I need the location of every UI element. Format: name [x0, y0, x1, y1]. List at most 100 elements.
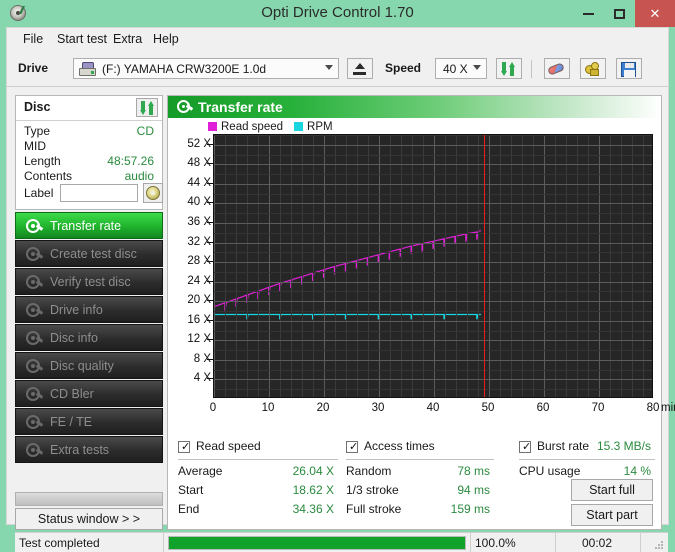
sidebar-item-extra-tests[interactable]: Extra tests: [15, 436, 163, 463]
refresh-icon: [140, 101, 155, 115]
y-axis-tick-mark: [207, 339, 213, 341]
elapsed-time: 00:02: [581, 536, 612, 550]
burst-rate-checkbox[interactable]: ✓: [519, 441, 531, 453]
disc-test-icon: [25, 218, 44, 235]
speed-label: Speed: [385, 61, 422, 75]
maximize-icon: [614, 8, 625, 19]
grid-line-horizontal: [214, 271, 652, 273]
chevron-down-icon: [473, 65, 481, 70]
sidebar-item-transfer-rate[interactable]: Transfer rate: [15, 212, 163, 239]
menu-item-file[interactable]: File: [17, 31, 49, 47]
window-client-area: File Start test Extra Help Drive (F:) YA…: [6, 27, 675, 552]
results-panel: ✓ Read speed Average 26.04 X Start 18.62…: [174, 439, 655, 526]
save-button[interactable]: [616, 58, 642, 79]
read-speed-checkbox[interactable]: ✓: [178, 441, 190, 453]
disc-test-icon: [25, 246, 44, 263]
y-axis-tick-mark: [207, 280, 213, 282]
disc-test-icon: [25, 330, 44, 347]
x-axis-tick-label: 0: [209, 402, 217, 414]
y-axis-tick-mark: [207, 300, 213, 302]
result-key: Start: [178, 483, 204, 497]
y-axis-tick-mark: [207, 143, 213, 145]
grid-line-horizontal: [214, 291, 652, 293]
y-axis-tick-mark: [207, 358, 213, 360]
disc-label-read-button[interactable]: [143, 183, 163, 203]
menu-item-help[interactable]: Help: [147, 31, 185, 47]
erase-disc-button[interactable]: [544, 58, 570, 79]
result-row-average: Average 26.04 X: [178, 464, 338, 483]
sidebar-item-cd-bler[interactable]: CD Bler: [15, 380, 163, 407]
status-separator: [470, 533, 471, 552]
minimize-button[interactable]: [573, 0, 604, 27]
status-window-button[interactable]: Status window > >: [15, 508, 163, 530]
disc-label-input[interactable]: [60, 184, 138, 202]
chart-canvas[interactable]: [213, 134, 653, 398]
read-speed-checkbox-label: Read speed: [196, 439, 261, 453]
sidebar-item-verify-test-disc[interactable]: Verify test disc: [15, 268, 163, 295]
result-key: Random: [346, 464, 392, 478]
x-axis-tick-label: 40: [426, 402, 440, 414]
grid-line-horizontal: [214, 193, 652, 195]
result-row-third-stroke: 1/3 stroke 94 ms: [346, 483, 494, 502]
sidebar-item-label: Create test disc: [50, 247, 137, 261]
result-row-start: Start 18.62 X: [178, 483, 338, 502]
refresh-icon: [501, 62, 516, 76]
menu-item-start-test[interactable]: Start test: [51, 31, 113, 47]
disc-test-icon: [25, 302, 44, 319]
sidebar-item-create-test-disc[interactable]: Create test disc: [15, 240, 163, 267]
chart-title: Transfer rate: [198, 99, 283, 115]
menu-item-extra[interactable]: Extra: [107, 31, 148, 47]
disc-refresh-button[interactable]: [136, 98, 158, 117]
sidebar-item-fe-te[interactable]: FE / TE: [15, 408, 163, 435]
drive-select[interactable]: (F:) YAMAHA CRW3200E 1.0d: [73, 58, 339, 79]
start-full-button[interactable]: Start full: [571, 479, 653, 501]
sidebar-item-disc-quality[interactable]: Disc quality: [15, 352, 163, 379]
drive-toolbar: Drive (F:) YAMAHA CRW3200E 1.0d Speed 40…: [7, 50, 668, 87]
x-axis-tick-label: 50: [481, 402, 495, 414]
burst-rate-checkbox-label: Burst rate: [537, 439, 590, 453]
y-axis-tick-mark: [207, 261, 213, 263]
grid-line-horizontal: [214, 223, 652, 224]
x-axis-tick-label: 30: [371, 402, 385, 414]
grid-line-horizontal: [214, 213, 652, 215]
speed-select[interactable]: 40 X: [435, 58, 487, 79]
result-value: 159 ms: [450, 502, 490, 516]
divider: [519, 459, 655, 460]
drive-features-button[interactable]: [580, 58, 606, 79]
title-bar: Opti Drive Control 1.70 ✕: [0, 0, 675, 27]
read-speed-checkbox-row[interactable]: ✓ Read speed: [178, 439, 338, 457]
burst-rate-checkbox-row[interactable]: ✓ Burst rate 15.3 MB/s: [519, 439, 655, 457]
drive-select-value: (F:) YAMAHA CRW3200E 1.0d: [102, 62, 267, 76]
close-icon: ✕: [649, 5, 661, 21]
chart-header: Transfer rate: [168, 96, 661, 118]
result-value: 26.04 X: [292, 464, 334, 478]
grid-line-horizontal: [214, 281, 652, 283]
close-button[interactable]: ✕: [635, 0, 675, 27]
start-part-button[interactable]: Start part: [571, 504, 653, 526]
grid-line-horizontal: [214, 369, 652, 371]
status-separator: [555, 533, 556, 552]
maximize-button[interactable]: [604, 0, 635, 27]
disc-info-panel: Disc Type CD MID Length 48:57.26 Content…: [15, 95, 163, 210]
speed-select-value: 40 X: [443, 62, 468, 76]
result-row-random: Random 78 ms: [346, 464, 494, 483]
sidebar-item-disc-info[interactable]: Disc info: [15, 324, 163, 351]
eject-button[interactable]: [347, 58, 373, 79]
disc-length-label: Length: [24, 154, 61, 168]
grid-line-horizontal: [214, 311, 652, 312]
refresh-drive-button[interactable]: [496, 58, 522, 79]
legend-swatch-read-speed: [208, 122, 217, 131]
x-axis-tick-label: 10: [261, 402, 275, 414]
access-times-checkbox[interactable]: ✓: [346, 441, 358, 453]
disc-test-icon: [25, 442, 44, 459]
sidebar-item-drive-info[interactable]: Drive info: [15, 296, 163, 323]
y-axis-tick-mark: [207, 202, 213, 204]
result-key: 1/3 stroke: [346, 483, 399, 497]
disc-type-value: CD: [136, 124, 154, 138]
resize-grip[interactable]: [655, 541, 664, 550]
sidebar-item-label: Disc info: [50, 331, 98, 345]
grid-line-horizontal: [214, 320, 652, 322]
access-times-checkbox-row[interactable]: ✓ Access times: [346, 439, 494, 457]
status-message: Test completed: [19, 536, 100, 550]
disc-panel-title: Disc: [24, 100, 51, 114]
